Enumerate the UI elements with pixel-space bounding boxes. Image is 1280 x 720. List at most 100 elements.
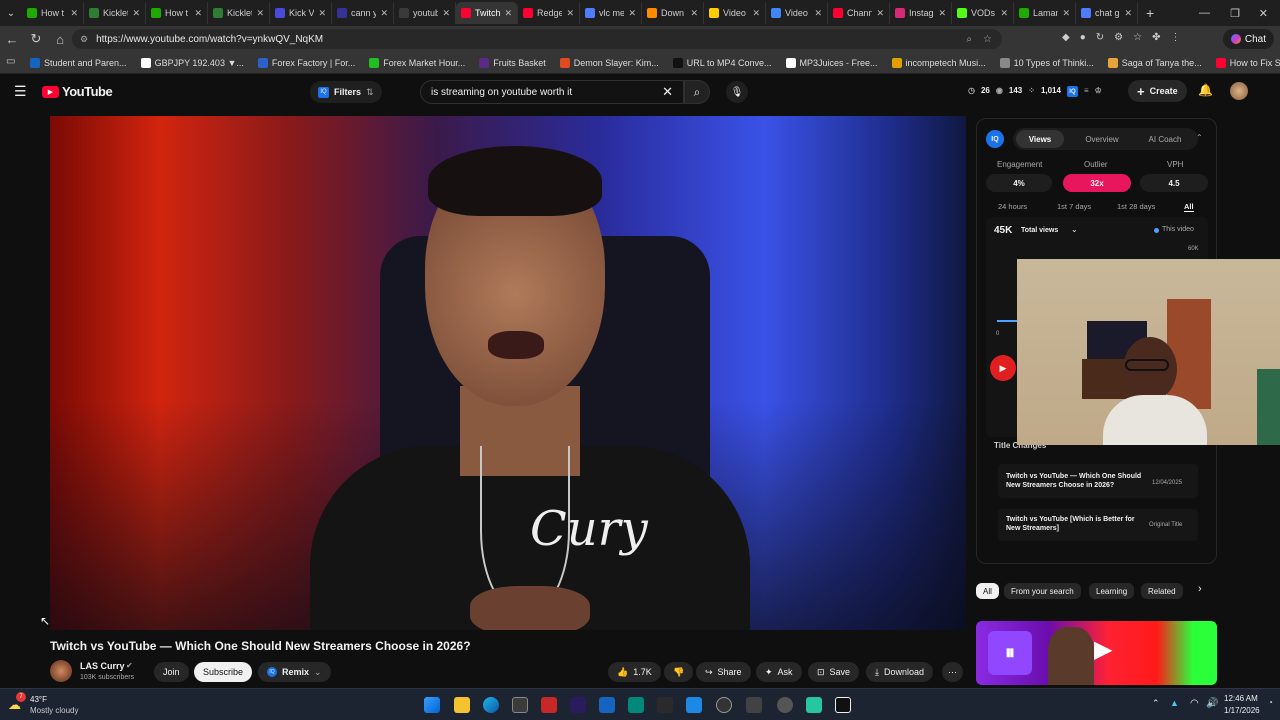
app-steam-icon[interactable] xyxy=(777,697,793,713)
extension-icon[interactable]: ⚙ xyxy=(1114,32,1123,43)
create-button[interactable]: + Create xyxy=(1128,80,1187,102)
remix-button[interactable]: IQ Remix ⌄ xyxy=(258,662,331,682)
range-28d[interactable]: 1st 28 days xyxy=(1117,202,1155,211)
close-tab-icon[interactable]: ✕ xyxy=(566,8,574,19)
browser-tab[interactable]: chat g ✕ xyxy=(1076,2,1138,24)
browser-tab[interactable]: How t ✕ xyxy=(146,2,208,24)
file-explorer-icon[interactable] xyxy=(454,697,470,713)
close-tab-icon[interactable]: ✕ xyxy=(442,8,450,19)
close-tab-icon[interactable]: ✕ xyxy=(1124,8,1132,19)
channel-name[interactable]: LAS Curry xyxy=(80,661,125,671)
close-tab-icon[interactable]: ✕ xyxy=(318,8,326,19)
home-icon[interactable]: ⌂ xyxy=(48,32,72,47)
chip-learning[interactable]: Learning xyxy=(1089,583,1135,599)
recommended-thumbnail[interactable]: ⏸ ▶ xyxy=(976,621,1217,685)
clock-date[interactable]: 1/17/2026 xyxy=(1224,706,1260,715)
bookmark-item[interactable]: 10 Types of Thinki... xyxy=(999,57,1094,68)
tab-ai-coach[interactable]: AI Coach xyxy=(1137,130,1193,148)
close-window-icon[interactable]: ✕ xyxy=(1259,7,1268,20)
bookmark-item[interactable]: Saga of Tanya the... xyxy=(1107,57,1202,68)
app-capcut-icon[interactable] xyxy=(835,697,851,713)
extension-icon[interactable]: ☆ xyxy=(1133,32,1142,43)
close-tab-icon[interactable]: ✕ xyxy=(256,8,264,19)
browser-tab[interactable]: Instag ✕ xyxy=(890,2,952,24)
chips-next-icon[interactable]: › xyxy=(1198,583,1202,595)
tab-views[interactable]: Views xyxy=(1016,130,1064,148)
puzzle-icon[interactable]: ✤ xyxy=(1152,32,1160,43)
bookmark-item[interactable]: Forex Market Hour... xyxy=(369,57,465,68)
extension-icon[interactable]: ● xyxy=(1080,32,1086,43)
bookmark-item[interactable]: Demon Slayer: Kim... xyxy=(559,57,659,68)
app-photos-icon[interactable] xyxy=(686,697,702,713)
browser-tab[interactable]: Kicklet ✕ xyxy=(84,2,146,24)
close-tab-icon[interactable]: ✕ xyxy=(690,8,698,19)
iq-icon[interactable]: IQ xyxy=(1066,86,1078,97)
bookmark-item[interactable]: URL to MP4 Conve... xyxy=(672,57,772,68)
browser-tab[interactable]: Video ✕ xyxy=(704,2,766,24)
app-teal-icon[interactable] xyxy=(628,697,644,713)
edge-icon[interactable] xyxy=(483,697,499,713)
tray-app-icon[interactable]: ▲ xyxy=(1170,698,1179,708)
filters-button[interactable]: IQ Filters ⇅ xyxy=(310,81,382,103)
sidebar-toggle-icon[interactable]: ▭ xyxy=(6,56,15,67)
browser-tab[interactable]: Chann ✕ xyxy=(828,2,890,24)
close-tab-icon[interactable]: ✕ xyxy=(70,8,78,19)
save-button[interactable]: ⊡ Save xyxy=(808,662,860,682)
bookmark-star-icon[interactable]: ☆ xyxy=(983,34,992,45)
extension-icon[interactable]: ◆ xyxy=(1062,32,1070,43)
tray-chevron-icon[interactable]: ⌃ xyxy=(1152,698,1160,709)
volume-icon[interactable]: 🔊 xyxy=(1206,698,1218,709)
extension-icon[interactable]: ↻ xyxy=(1096,32,1104,43)
close-tab-icon[interactable]: ✕ xyxy=(938,8,946,19)
range-7d[interactable]: 1st 7 days xyxy=(1057,202,1091,211)
bell-icon[interactable]: ◔ xyxy=(1268,698,1273,707)
tab-overview[interactable]: Overview xyxy=(1077,130,1127,148)
chevron-down-icon[interactable]: ⌄ xyxy=(1071,225,1078,234)
account-avatar[interactable] xyxy=(1230,82,1248,100)
like-button[interactable]: 👍 1.7K xyxy=(608,662,661,682)
browser-tab[interactable]: Laman ✕ xyxy=(1014,2,1076,24)
bookmark-item[interactable]: Student and Paren... xyxy=(30,57,127,68)
browser-tab[interactable]: Redge ✕ xyxy=(518,2,580,24)
dislike-button[interactable]: 👎 xyxy=(664,662,694,682)
browser-tab[interactable]: cann y ✕ xyxy=(332,2,394,24)
close-tab-icon[interactable]: ✕ xyxy=(1062,8,1070,19)
tab-list-icon[interactable]: ⌄ xyxy=(0,8,22,19)
bookmark-item[interactable]: MP3Juices - Free... xyxy=(785,57,878,68)
close-tab-icon[interactable]: ✕ xyxy=(380,8,388,19)
browser-tab[interactable]: youtub ✕ xyxy=(394,2,456,24)
collapse-chevron-icon[interactable]: ⌃ xyxy=(1196,133,1203,142)
start-windows-icon[interactable] xyxy=(424,697,440,713)
app-red-icon[interactable] xyxy=(541,697,557,713)
video-player[interactable]: Cury xyxy=(50,116,966,630)
total-views-label[interactable]: Total views xyxy=(1021,227,1058,234)
app-blue-icon[interactable] xyxy=(599,697,615,713)
chip-all[interactable]: All xyxy=(976,583,999,599)
range-all[interactable]: All xyxy=(1184,202,1194,212)
share-button[interactable]: ↪ Share xyxy=(696,662,751,682)
close-tab-icon[interactable]: ✕ xyxy=(814,8,822,19)
app-grid-icon[interactable] xyxy=(746,697,762,713)
close-tab-icon[interactable]: ✕ xyxy=(876,8,884,19)
close-tab-icon[interactable]: ✕ xyxy=(1000,8,1008,19)
url-field[interactable]: ⚙ https://www.youtube.com/watch?v=ynkwQV… xyxy=(72,29,1002,49)
browser-tab[interactable]: VODs ✕ xyxy=(952,2,1014,24)
app-f-icon[interactable] xyxy=(657,697,673,713)
bookmark-item[interactable]: Forex Factory | For... xyxy=(257,57,355,68)
browser-tab[interactable]: Kick V ✕ xyxy=(270,2,332,24)
site-info-icon[interactable]: ⚙ xyxy=(80,34,88,45)
app-green-icon[interactable] xyxy=(806,697,822,713)
clear-search-icon[interactable]: ✕ xyxy=(662,84,673,100)
bookmark-item[interactable]: incompetech Musi... xyxy=(891,57,986,68)
menu-dots-icon[interactable]: ⋮ xyxy=(1170,32,1180,43)
app-obs-icon[interactable] xyxy=(716,697,732,713)
new-tab-button[interactable]: + xyxy=(1146,5,1154,21)
ask-button[interactable]: ✦ Ask xyxy=(756,662,802,682)
close-tab-icon[interactable]: ✕ xyxy=(194,8,202,19)
more-actions-button[interactable]: ⋯ xyxy=(942,662,963,682)
zoom-icon[interactable]: ⌕ xyxy=(966,34,972,45)
subscribe-button[interactable]: Subscribe xyxy=(194,662,253,682)
search-button[interactable]: ⌕ xyxy=(684,80,710,104)
close-tab-icon[interactable]: ✕ xyxy=(132,8,140,19)
browser-tab[interactable]: vlc me ✕ xyxy=(580,2,642,24)
